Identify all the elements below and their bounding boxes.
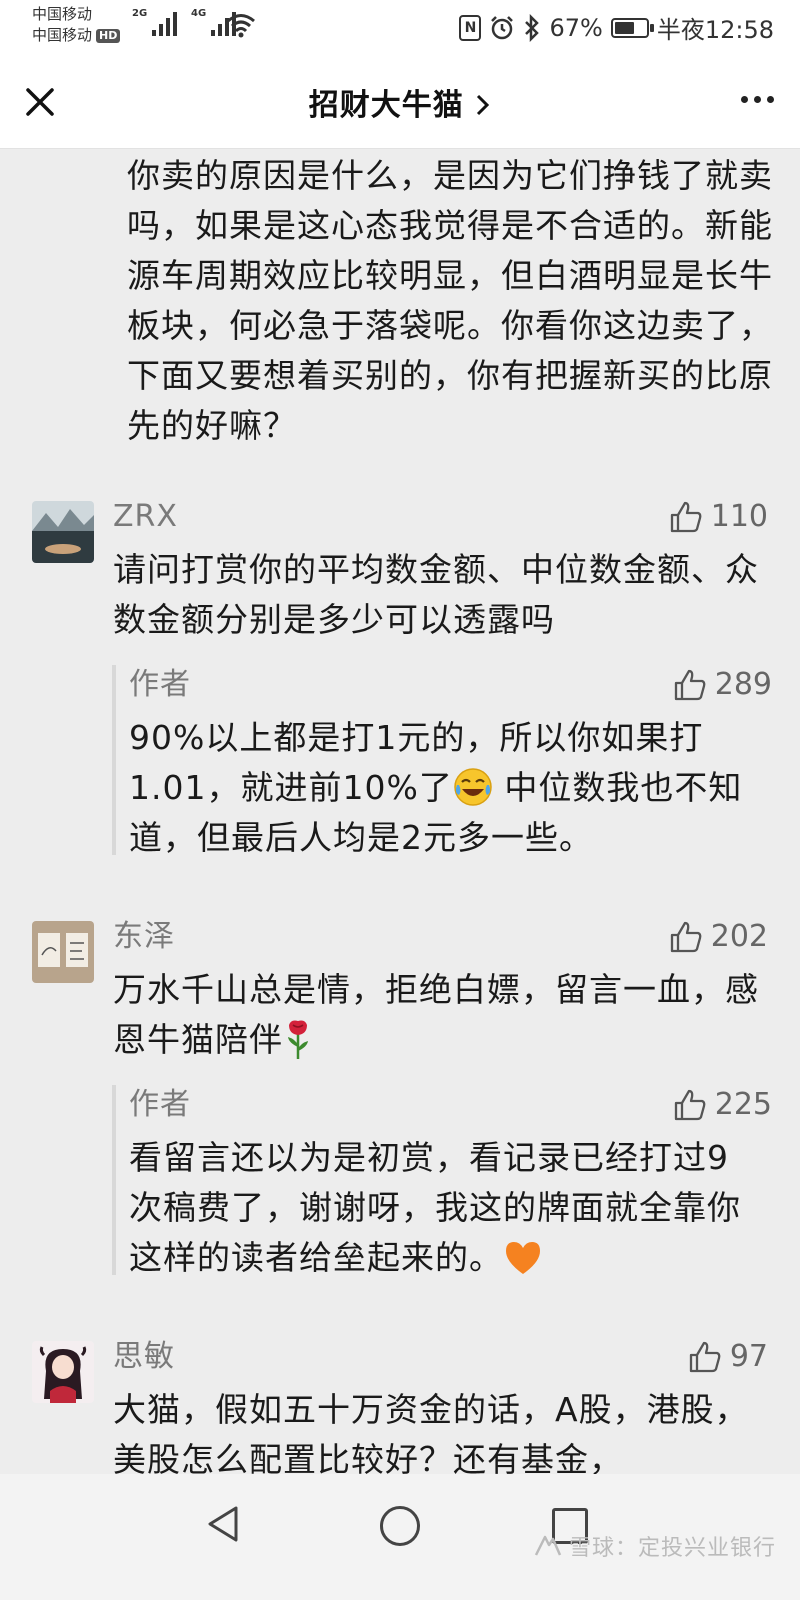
comment-text: 万水千山总是情，拒绝白嫖，留言一血，感恩牛猫陪伴 [113,965,763,1065]
reply-author: 作者 [129,667,191,702]
avatar[interactable] [32,1341,94,1403]
orange-heart-emoji-icon [506,1242,540,1274]
nav-bar: 招财大牛猫 [0,52,800,149]
account-title-link[interactable]: 招财大牛猫 [0,80,800,124]
thumbs-up-icon [674,669,706,701]
signal-2g-label: 2G [132,8,148,19]
like-count: 225 [714,1087,772,1122]
comment-list: 你卖的原因是什么，是因为它们挣钱了就卖吗，如果是这心态我觉得是不合适的。新能源车… [0,149,800,1474]
reply-text-body: 看留言还以为是初赏，看记录已经打过9次稿费了，谢谢呀，我这的牌面就全靠你这样的读… [129,1138,741,1277]
like-count: 289 [714,667,772,702]
carrier-1: 中国移动 [32,5,93,23]
signal-indicators: 2G 4G [132,8,236,36]
thumbs-up-icon [670,921,702,953]
commenter-name: 东泽 [113,919,175,954]
reply-text: 90%以上都是打1元的，所以你如果打1.01，就进前10%了 中位数我也不知道，… [129,713,759,863]
rose-emoji-icon [288,1020,308,1059]
comment-item: 思敏 97 大猫，假如五十万资金的话，A股，港股，美股怎么配置比较好？还有基金， [0,1337,800,1474]
comment-item: 东泽 202 万水千山总是情，拒绝白嫖，留言一血，感恩牛猫陪伴 作者 225 看… [0,917,800,1337]
avatar[interactable] [32,501,94,563]
system-nav-bar: 雪球：定投兴业银行 [0,1474,800,1600]
home-icon[interactable] [380,1506,420,1546]
bluetooth-icon [525,13,540,42]
battery-percent: 67% [549,13,603,42]
signal-4g-label: 4G [191,8,207,19]
like-button[interactable]: 225 [673,1085,772,1125]
commenter-name: 思敏 [113,1339,175,1374]
tears-of-joy-emoji-icon [454,768,492,806]
thumbs-up-icon [689,1341,721,1373]
watermark: 雪球：定投兴业银行 [533,1530,776,1562]
battery-icon [610,17,654,38]
like-button[interactable]: 97 [688,1337,768,1377]
like-count: 202 [710,919,768,954]
snowball-logo-icon [534,1535,562,1556]
hd-badge: HD [96,28,121,43]
wifi-icon [227,14,255,38]
alarm-icon [491,15,514,39]
like-count: 97 [729,1339,768,1374]
status-bar: 中国移动 中国移动 HD 2G 4G N 67% 半夜12:58 [0,0,800,52]
reply-author: 作者 [129,1087,191,1122]
chevron-right-icon [477,94,490,116]
like-button[interactable]: 202 [669,917,768,957]
page-title[interactable]: 招财大牛猫 [309,88,464,123]
comment-text: 大猫，假如五十万资金的话，A股，港股，美股怎么配置比较好？还有基金， [113,1390,749,1474]
comment-text: 你卖的原因是什么，是因为它们挣钱了就卖吗，如果是这心态我觉得是不合适的。新能源车… [127,156,773,445]
clock: 半夜12:58 [656,16,774,44]
more-options-icon[interactable] [741,96,774,103]
thumbs-up-icon [670,501,702,533]
status-right: N 67% 半夜12:58 [459,10,774,45]
like-button[interactable]: 110 [669,497,768,537]
like-button[interactable]: 289 [673,665,772,705]
reply-text: 看留言还以为是初赏，看记录已经打过9次稿费了，谢谢呀，我这的牌面就全靠你这样的读… [129,1133,759,1283]
author-reply: 作者 225 看留言还以为是初赏，看记录已经打过9次稿费了，谢谢呀，我这的牌面就… [112,1085,800,1277]
nfc-icon: N [459,14,482,41]
commenter-name: ZRX [113,499,178,534]
comment-text-body: 万水千山总是情，拒绝白嫖，留言一血，感恩牛猫陪伴 [113,970,759,1059]
comment-text: 请问打赏你的平均数金额、中位数金额、众数金额分别是多少可以透露吗 [113,550,759,639]
carrier-info: 中国移动 中国移动 HD [32,4,121,46]
like-count: 110 [710,499,768,534]
back-icon[interactable] [206,1504,242,1544]
signal-2g-icon: 2G [132,8,177,36]
watermark-text: 雪球：定投兴业银行 [568,1536,776,1561]
carrier-2: 中国移动 [32,26,93,44]
avatar[interactable] [32,921,94,983]
author-reply: 作者 289 90%以上都是打1元的，所以你如果打1.01，就进前10%了 中位… [112,665,800,857]
thumbs-up-icon [674,1089,706,1121]
